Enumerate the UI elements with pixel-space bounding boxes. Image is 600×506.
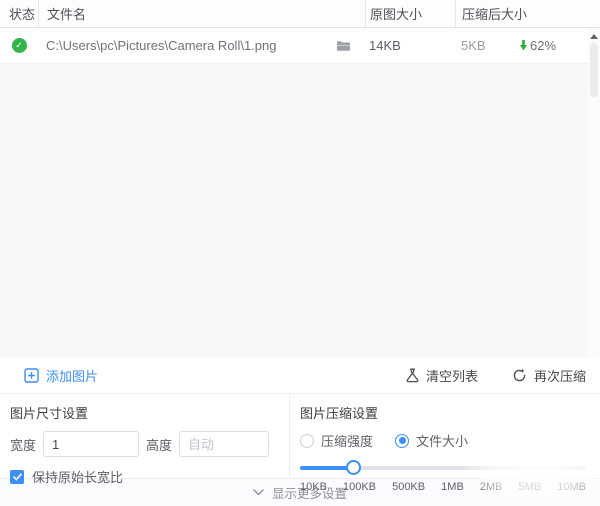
file-size-slider[interactable] [300,460,586,476]
row-compressed-cell: 5KB 62% [455,38,600,53]
row-status-cell: ✓ [0,38,38,53]
width-label: 宽度 [10,435,36,454]
compress-settings-title: 图片压缩设置 [300,403,586,422]
size-settings-panel: 图片尺寸设置 宽度 高度 保持原始长宽比 [0,394,290,478]
original-size-value: 14KB [365,38,455,53]
open-folder-icon[interactable] [336,40,351,52]
keep-aspect-label: 保持原始长宽比 [32,467,123,486]
tick-label: 5MB [519,481,542,493]
file-path: C:\Users\pc\Pictures\Camera Roll\1.png [46,38,336,53]
tick-label: 2MB [480,481,503,493]
column-header-original-size: 原图大小 [365,0,455,27]
table-row[interactable]: ✓ C:\Users\pc\Pictures\Camera Roll\1.png… [0,28,600,64]
reduction-percent: 62% [530,38,556,53]
radio-file-size[interactable]: 文件大小 [395,431,468,450]
reduction-badge: 62% [519,38,556,53]
clear-list-label: 清空列表 [426,366,478,385]
row-filename-cell: C:\Users\pc\Pictures\Camera Roll\1.png [38,38,365,53]
file-list: ✓ C:\Users\pc\Pictures\Camera Roll\1.png… [0,28,600,358]
image-compressor-window: 状态 文件名 原图大小 压缩后大小 ✓ C:\Users\pc\Pictures… [0,0,600,506]
list-scrollbar[interactable] [588,28,600,358]
height-input[interactable] [179,431,269,457]
scrollbar-up-arrow-icon[interactable] [590,34,598,39]
plus-square-icon [24,368,39,383]
add-image-button[interactable]: 添加图片 [24,366,98,385]
compress-settings-panel: 图片压缩设置 压缩强度 文件大小 10KB 100KB 500KB [290,394,600,478]
slider-handle[interactable] [346,460,361,475]
column-header-filename: 文件名 [38,0,365,27]
keep-aspect-checkbox[interactable] [10,470,24,484]
toolbar: 添加图片 清空列表 再次压缩 [0,358,600,394]
add-image-label: 添加图片 [46,366,98,385]
success-check-icon: ✓ [12,38,27,53]
check-icon [13,473,22,481]
recompress-button[interactable]: 再次压缩 [512,366,586,385]
compression-strength-label: 压缩强度 [321,431,373,450]
column-header-compressed-size: 压缩后大小 [455,0,600,27]
compressed-size-value: 5KB [461,38,519,53]
tick-label: 10KB [300,481,327,493]
file-size-label: 文件大小 [416,431,468,450]
slider-tick-labels: 10KB 100KB 500KB 1MB 2MB 5MB 10MB [300,481,586,493]
refresh-icon [512,368,527,383]
clear-flask-icon [406,368,419,383]
recompress-label: 再次压缩 [534,366,586,385]
tick-label: 10MB [557,481,586,493]
size-settings-title: 图片尺寸设置 [10,403,279,422]
radio-compression-strength[interactable]: 压缩强度 [300,431,373,450]
column-header-status: 状态 [0,0,38,27]
radio-checked-icon[interactable] [395,434,409,448]
clear-list-button[interactable]: 清空列表 [406,366,478,385]
file-table-header: 状态 文件名 原图大小 压缩后大小 [0,0,600,28]
tick-label: 500KB [392,481,425,493]
scrollbar-thumb[interactable] [590,43,598,97]
tick-label: 1MB [441,481,464,493]
chevron-down-icon [253,489,264,496]
down-arrow-icon [519,40,528,51]
settings-panels: 图片尺寸设置 宽度 高度 保持原始长宽比 图片压缩设置 压缩强度 [0,394,600,478]
radio-unchecked-icon[interactable] [300,434,314,448]
width-input[interactable] [43,431,139,457]
height-label: 高度 [146,435,172,454]
tick-label: 100KB [343,481,376,493]
